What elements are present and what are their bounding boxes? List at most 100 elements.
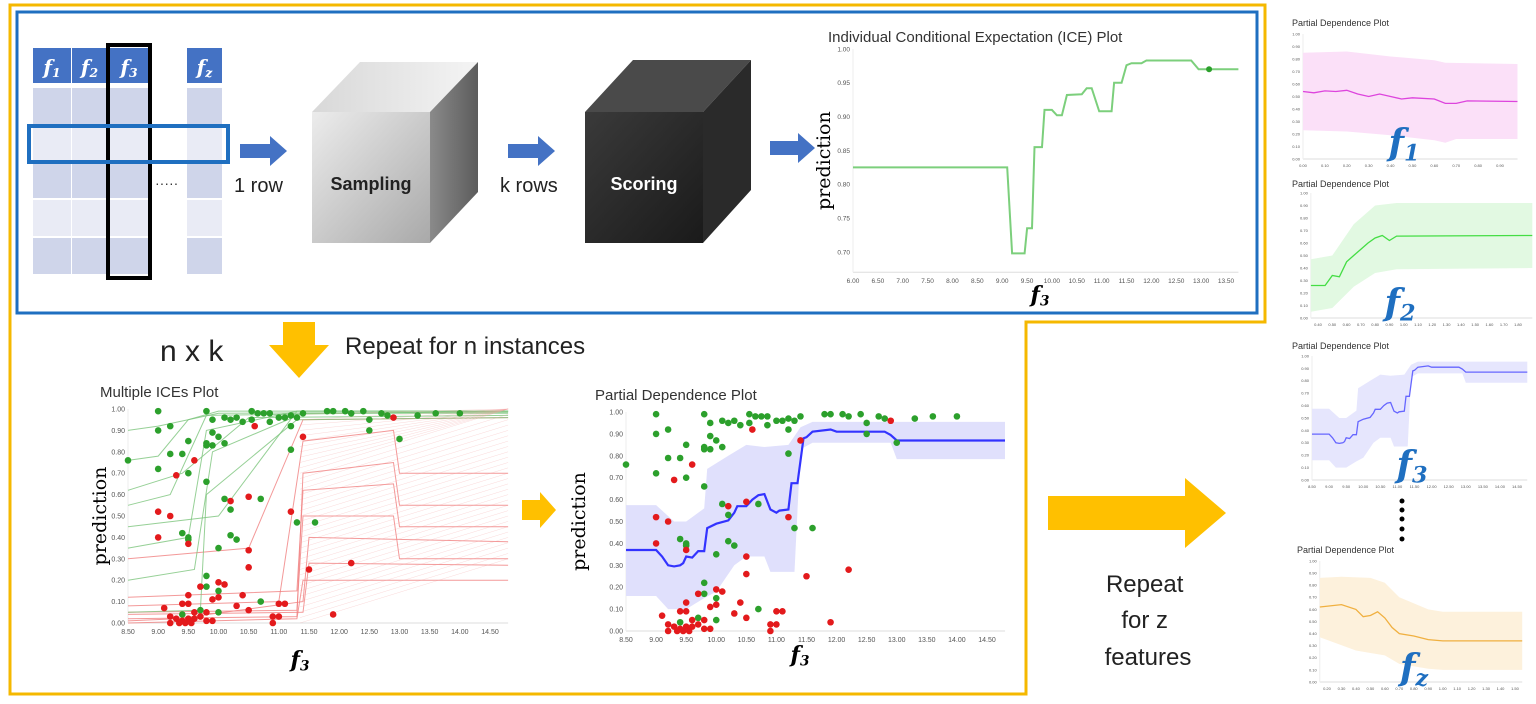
confidence-band: [1319, 576, 1523, 670]
data-point-red: [191, 457, 198, 464]
data-point-green: [881, 415, 889, 422]
x-tick-label: 1.70: [1500, 322, 1509, 327]
y-tick-label: 0.70: [1309, 595, 1318, 600]
x-tick-label: 11.50: [301, 629, 318, 636]
chart-title: Partial Dependence Plot: [1292, 18, 1390, 28]
data-point-red: [767, 621, 774, 628]
data-point-green: [755, 500, 762, 508]
y-axis-label: prediction: [568, 472, 590, 571]
data-point-green: [694, 614, 702, 622]
data-point-green: [209, 416, 216, 424]
data-point-green: [664, 426, 672, 433]
data-point-green: [323, 407, 331, 415]
chart-title: Partial Dependence Plot: [1297, 545, 1395, 555]
data-point-red: [191, 609, 198, 616]
data-point-red: [245, 564, 252, 571]
x-tick-label: 0.40: [1314, 322, 1323, 327]
x-tick-label: 0.80: [1371, 322, 1380, 327]
y-tick-label: 0.85: [837, 148, 850, 155]
data-point-green: [785, 450, 792, 457]
confidence-band: [1312, 361, 1528, 468]
data-point-green: [785, 415, 792, 422]
x-tick-label: 11.50: [1119, 278, 1135, 285]
x-tick-label: 13.00: [391, 629, 409, 636]
data-point-green: [221, 495, 228, 503]
data-point-green: [779, 417, 786, 425]
data-point-red: [160, 604, 168, 612]
data-point-green: [341, 407, 349, 415]
data-point-green: [221, 439, 228, 447]
data-point-green: [718, 500, 726, 508]
ice-curve-red: [299, 531, 509, 597]
x-tick-label: 14.50: [481, 629, 499, 636]
data-point-red: [185, 540, 192, 548]
x-tick-label: 13.00: [888, 637, 906, 644]
data-point-green: [166, 450, 174, 458]
data-point-green: [215, 544, 222, 552]
y-tick-label: 0.60: [1309, 607, 1318, 612]
y-tick-label: 0.50: [1292, 94, 1301, 99]
data-point-green: [676, 454, 684, 462]
data-point-red: [166, 512, 174, 520]
data-point-green: [287, 422, 295, 430]
ice-curve-red: [299, 419, 509, 485]
data-point-red: [233, 602, 240, 610]
x-tick-label: 1.00: [1439, 686, 1448, 691]
data-point-green: [248, 407, 255, 415]
data-point-green: [911, 415, 919, 422]
data-point-green: [706, 432, 714, 440]
y-tick-label: 1.00: [1300, 190, 1309, 195]
data-point-red: [773, 621, 780, 628]
y-tick-label: 1.00: [111, 406, 125, 413]
data-point-green: [366, 427, 373, 434]
feature-label: f3: [1393, 444, 1427, 488]
data-point-red: [694, 621, 702, 628]
data-point-green: [839, 410, 846, 418]
data-point-green: [622, 461, 630, 468]
data-point-red: [172, 472, 180, 479]
data-point-green: [758, 413, 765, 420]
y-tick-label: 0.00: [609, 628, 623, 635]
data-point-red: [275, 613, 283, 620]
x-tick-label: 0.20: [1343, 163, 1352, 168]
data-point-green: [863, 419, 870, 427]
data-point-red: [245, 493, 252, 501]
data-point-red: [154, 534, 162, 541]
ice-curve-red: [299, 424, 509, 490]
data-point-green: [706, 419, 714, 427]
y-tick-label: 0.30: [609, 563, 623, 570]
data-point-green: [432, 409, 440, 417]
data-point-red: [827, 618, 834, 626]
data-point-red: [773, 607, 780, 615]
y-tick-label: 0.80: [837, 182, 850, 189]
data-point-green: [746, 419, 753, 427]
x-tick-label: 12.00: [1427, 484, 1438, 489]
data-point-green: [875, 413, 882, 420]
x-tick-label: 10.00: [707, 637, 725, 644]
x-tick-label: 0.90: [1496, 163, 1505, 168]
data-point-green: [347, 409, 355, 417]
y-tick-label: 0.40: [1292, 106, 1301, 111]
data-point-green: [953, 413, 961, 420]
data-point-red: [743, 553, 750, 560]
x-tick-label: 11.50: [798, 637, 815, 644]
x-tick-label: 1.50: [1471, 322, 1480, 327]
arrow-down-icon: [269, 322, 329, 378]
x-tick-label: 10.50: [240, 629, 258, 636]
data-point-green: [254, 409, 262, 417]
x-tick-label: 13.00: [1461, 484, 1472, 489]
x-tick-label: 13.50: [1218, 278, 1235, 285]
x-tick-label: 11.00: [270, 629, 287, 636]
y-tick-label: 1.00: [1309, 558, 1318, 563]
y-tick-label: 0.60: [609, 497, 623, 504]
y-tick-label: 0.10: [609, 607, 623, 614]
x-tick-label: 14.00: [948, 637, 966, 644]
data-point-red: [166, 619, 174, 627]
x-tick-label: 0.70: [1452, 163, 1461, 168]
x-tick-label: 1.80: [1514, 322, 1523, 327]
data-point-red: [767, 627, 774, 635]
data-point-green: [845, 413, 852, 420]
data-point-red: [712, 586, 720, 593]
data-point-green: [227, 506, 234, 513]
ice-curve-red: [299, 451, 509, 517]
